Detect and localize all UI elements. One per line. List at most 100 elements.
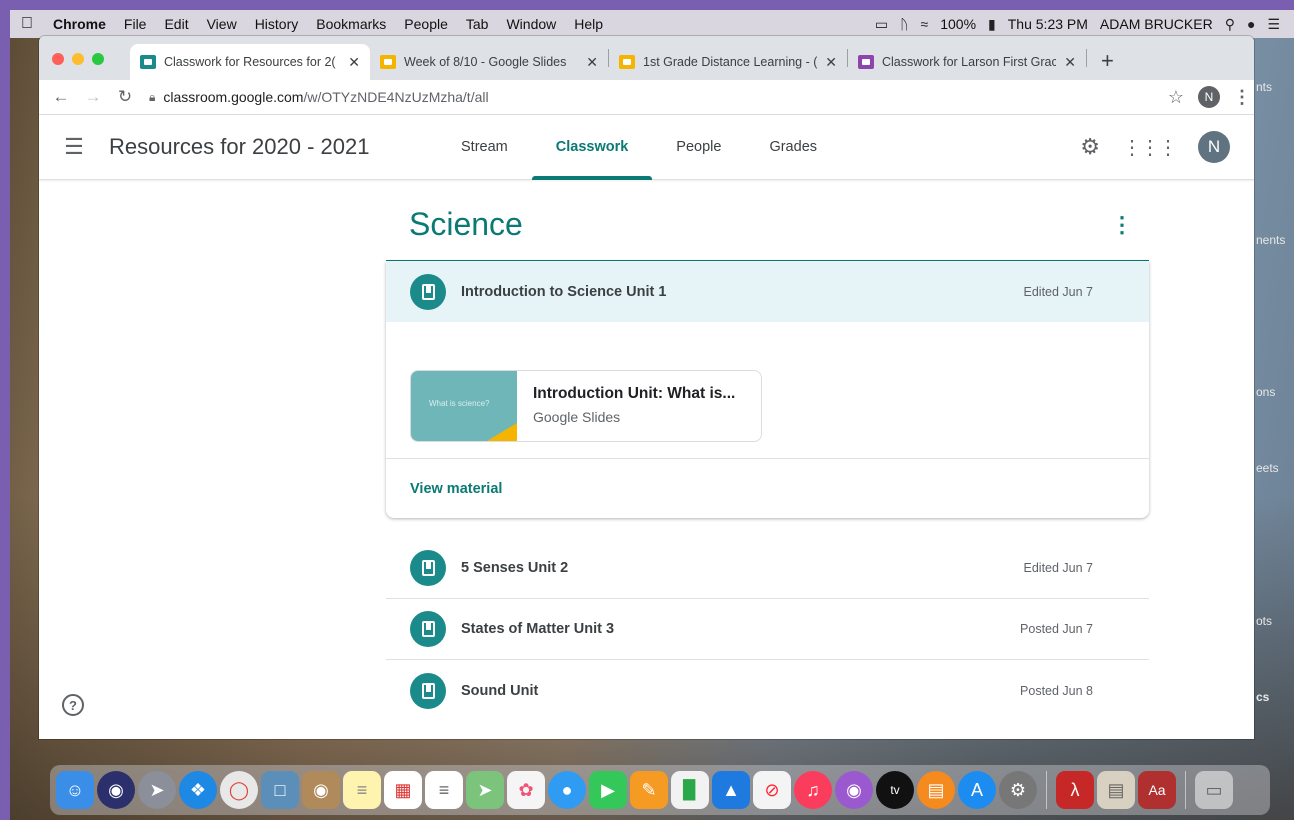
spotlight-search-icon[interactable]: ⚲: [1225, 16, 1235, 33]
facetime-icon[interactable]: ▶: [589, 771, 627, 809]
menu-view[interactable]: View: [198, 16, 246, 32]
mac-menu-bar:  Chrome File Edit View History Bookmark…: [10, 10, 1294, 38]
launchpad-icon[interactable]: ➤: [138, 771, 176, 809]
class-title[interactable]: Resources for 2020 - 2021: [109, 134, 370, 160]
safari-icon[interactable]: ❖: [179, 771, 217, 809]
menu-tab[interactable]: Tab: [457, 16, 498, 32]
forward-button[interactable]: →: [77, 87, 109, 107]
class-settings-gear-icon[interactable]: ⚙: [1080, 134, 1100, 160]
calendar-icon[interactable]: ▦: [384, 771, 422, 809]
siri-icon[interactable]: ●: [1247, 16, 1255, 32]
notification-center-icon[interactable]: ☰: [1267, 16, 1280, 33]
menu-edit[interactable]: Edit: [155, 16, 197, 32]
keynote-icon[interactable]: ▲: [712, 771, 750, 809]
airplay-icon[interactable]: ▭: [875, 16, 888, 33]
menu-file[interactable]: File: [115, 16, 156, 32]
list-item[interactable]: States of Matter Unit 3 Posted Jun 7: [386, 599, 1149, 660]
browser-profile-avatar[interactable]: N: [1198, 86, 1220, 108]
new-tab-button[interactable]: +: [1087, 48, 1126, 80]
tab-strip: Classwork for Resources for 2( ✕ Week of…: [39, 36, 1254, 80]
tab-grades[interactable]: Grades: [745, 115, 841, 179]
finder-icon[interactable]: ☺: [56, 771, 94, 809]
minimize-window-button[interactable]: [72, 53, 84, 65]
view-material-link[interactable]: View material: [410, 481, 502, 497]
bluetooth-icon[interactable]: ᚢ: [900, 16, 908, 32]
numbers-icon[interactable]: ▉: [671, 771, 709, 809]
address-bar[interactable]: 🔒︎ classroom.google.com/w/OTYzNDE4NzUzMz…: [141, 83, 1158, 111]
tab-people[interactable]: People: [652, 115, 745, 179]
list-item[interactable]: 5 Senses Unit 2 Edited Jun 7: [386, 538, 1149, 599]
close-tab-icon[interactable]: ✕: [825, 54, 837, 71]
menu-help[interactable]: Help: [565, 16, 612, 32]
notes-icon[interactable]: ≡: [343, 771, 381, 809]
photos-icon[interactable]: ✿: [507, 771, 545, 809]
podcasts-icon[interactable]: ◉: [835, 771, 873, 809]
tab-stream[interactable]: Stream: [437, 115, 532, 179]
attachment-card[interactable]: What is science? Introduction Unit: What…: [410, 370, 762, 442]
books-icon[interactable]: ▤: [917, 771, 955, 809]
messages-icon[interactable]: ●: [548, 771, 586, 809]
apple-icon[interactable]: : [10, 15, 44, 33]
acrobat-icon[interactable]: λ: [1056, 771, 1094, 809]
list-item[interactable]: Sound Unit Posted Jun 8: [386, 660, 1149, 721]
contacts-icon[interactable]: ◉: [302, 771, 340, 809]
bookmark-star-icon[interactable]: ☆: [1158, 87, 1194, 108]
reminders-icon[interactable]: ≡: [425, 771, 463, 809]
url-path: /w/OTYzNDE4NzUzMzha/t/all: [303, 89, 489, 105]
attachment-type: Google Slides: [533, 409, 621, 425]
chrome-icon[interactable]: ◯: [220, 771, 258, 809]
user-name[interactable]: ADAM BRUCKER: [1100, 16, 1213, 32]
battery-icon[interactable]: ▮: [988, 16, 996, 33]
trash-icon[interactable]: ▭: [1195, 771, 1233, 809]
close-window-button[interactable]: [52, 53, 64, 65]
menu-people[interactable]: People: [395, 16, 457, 32]
browser-tab-distance-learning[interactable]: 1st Grade Distance Learning - ( ✕: [609, 44, 847, 80]
archive-icon[interactable]: ▤: [1097, 771, 1135, 809]
close-tab-icon[interactable]: ✕: [1064, 54, 1076, 71]
zoom-window-button[interactable]: [92, 53, 104, 65]
clock[interactable]: Thu 5:23 PM: [1008, 16, 1088, 32]
lock-icon[interactable]: 🔒︎: [149, 90, 155, 105]
desktop-item-label[interactable]: ots: [1256, 614, 1272, 628]
main-menu-icon[interactable]: ☰: [39, 134, 109, 160]
material-row-expanded[interactable]: Introduction to Science Unit 1 Edited Ju…: [386, 261, 1149, 322]
help-icon[interactable]: ?: [62, 694, 84, 716]
music-icon[interactable]: ♫: [794, 771, 832, 809]
reload-button[interactable]: ↻: [109, 87, 141, 107]
menu-app-name[interactable]: Chrome: [44, 16, 115, 32]
news-icon[interactable]: ⊘: [753, 771, 791, 809]
pages-icon[interactable]: ✎: [630, 771, 668, 809]
preview-icon[interactable]: □: [261, 771, 299, 809]
close-tab-icon[interactable]: ✕: [586, 54, 598, 71]
dictionary-icon[interactable]: Aa: [1138, 771, 1176, 809]
desktop-item-label[interactable]: nts: [1256, 80, 1272, 94]
expanded-material-card: Introduction to Science Unit 1 Edited Ju…: [386, 261, 1149, 518]
tab-classwork[interactable]: Classwork: [531, 115, 653, 180]
menu-history[interactable]: History: [246, 16, 308, 32]
browser-tab-classwork-resources[interactable]: Classwork for Resources for 2( ✕: [130, 44, 370, 80]
mac-dock: ☺ ◉ ➤ ❖ ◯ □ ◉ ≡ ▦ ≡ ➤ ✿ ● ▶ ✎ ▉ ▲ ⊘ ♫ ◉ …: [50, 765, 1270, 815]
google-apps-grid-icon[interactable]: ⋮⋮⋮: [1122, 135, 1178, 160]
back-button[interactable]: ←: [45, 87, 77, 107]
wifi-icon[interactable]: ≈: [921, 16, 929, 32]
slides-thumbnail: What is science?: [411, 371, 517, 441]
maps-icon[interactable]: ➤: [466, 771, 504, 809]
topic-more-options-icon[interactable]: ⋮: [1111, 212, 1133, 238]
desktop-item-label[interactable]: eets: [1256, 461, 1279, 475]
close-tab-icon[interactable]: ✕: [348, 54, 360, 71]
material-date: Edited Jun 7: [1023, 561, 1094, 575]
browser-tab-week-slides[interactable]: Week of 8/10 - Google Slides ✕: [370, 44, 608, 80]
siri-icon[interactable]: ◉: [97, 771, 135, 809]
desktop-item-label[interactable]: ons: [1256, 385, 1275, 399]
system-preferences-gear-icon[interactable]: ⚙: [999, 771, 1037, 809]
desktop-item-label[interactable]: nents: [1256, 233, 1285, 247]
tv-icon[interactable]: tv: [876, 771, 914, 809]
app-store-icon[interactable]: A: [958, 771, 996, 809]
menu-window[interactable]: Window: [497, 16, 565, 32]
browser-tab-classwork-larson[interactable]: Classwork for Larson First Grac ✕: [848, 44, 1086, 80]
class-nav-tabs: Stream Classwork People Grades: [437, 115, 841, 180]
account-avatar[interactable]: N: [1198, 131, 1230, 163]
desktop-item-label[interactable]: cs: [1256, 690, 1269, 704]
menu-bookmarks[interactable]: Bookmarks: [307, 16, 395, 32]
browser-menu-icon[interactable]: ⋮: [1230, 87, 1254, 108]
